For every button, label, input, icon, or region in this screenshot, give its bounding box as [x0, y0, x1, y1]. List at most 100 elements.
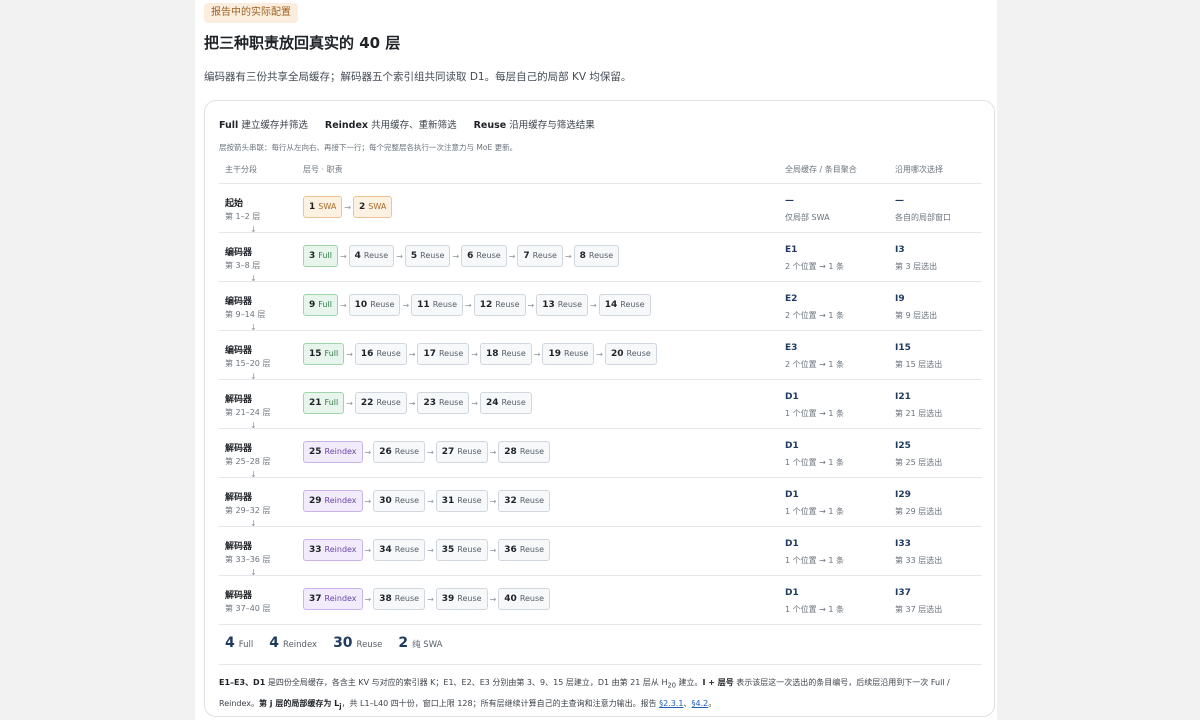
report-link-4-2[interactable]: §4.2 — [692, 699, 709, 708]
layer-role: Reuse — [394, 496, 420, 505]
chain-arrow-icon: → — [590, 300, 597, 310]
layer-role: Reuse — [564, 349, 589, 358]
global-cache-id: D1 — [785, 490, 799, 500]
layer-row: 解码器第 33–36 层 ↓ 33 Reindex → 34 Reuse → 35 Reuse → 3… — [219, 527, 982, 577]
layer-role: Reindex — [324, 545, 357, 554]
layer-chip-reuse: 35 Reuse — [435, 539, 488, 561]
layer-role: Reuse — [519, 545, 545, 554]
layer-number: 11 — [417, 300, 430, 310]
layer-chip-reindex: 29 Reindex — [303, 490, 363, 512]
layer-role: Reuse — [363, 251, 389, 260]
layer-row: 编码器第 3–8 层 ↓ 3 Full → 4 Reuse → 5 Reuse → 6 Reuse → 7 R… — [219, 233, 982, 283]
layer-role: Reuse — [501, 349, 526, 358]
layer-role: Reuse — [457, 545, 482, 554]
layer-number: 36 — [504, 545, 517, 555]
section-eyebrow-tag: 报告中的实际配置 — [204, 3, 298, 23]
chain-arrow-icon: → — [364, 594, 372, 604]
summary-swa-count: 2纯 SWA — [398, 635, 443, 651]
segment-name: 编码器 — [225, 297, 253, 307]
layer-chip-reuse: 4 Reuse — [348, 245, 395, 267]
chain-arrow-icon: → — [489, 496, 497, 506]
chain-arrow-icon: → — [533, 349, 541, 359]
segment-layer-range: 第 29–32 层 — [225, 506, 271, 515]
footnote-divider — [219, 664, 982, 665]
layer-row: 解码器第 37–40 层 37 Reindex → 38 Reuse → 39 Reuse → 40… — [219, 576, 982, 625]
layer-chip-full: 15 Full — [303, 343, 345, 365]
layer-role: Reuse — [588, 251, 614, 260]
row-divider — [219, 624, 982, 625]
layer-chip-reuse: 7 Reuse — [517, 245, 563, 267]
layer-chain: 3 Full → 4 Reuse → 5 Reuse → 6 Reuse → 7 Reuse → 8 Reuse — [303, 245, 620, 267]
layer-number: 39 — [441, 594, 455, 604]
global-cache-id: D1 — [785, 588, 799, 598]
layer-chip-reuse: 8 Reuse — [573, 245, 620, 267]
layer-number: 23 — [423, 398, 436, 408]
global-cache-id: D1 — [785, 392, 799, 402]
layer-role: Reuse — [370, 300, 395, 309]
layer-chip-full: 3 Full — [303, 245, 338, 267]
chain-arrow-icon: → — [408, 398, 416, 408]
legend-item-reindex: Reindex 共用缓存、重新筛选 — [324, 120, 457, 131]
summary-reuse-count: 30 Reuse — [333, 635, 383, 651]
segment-layer-range: 第 21–24 层 — [225, 408, 271, 417]
chain-arrow-icon: → — [471, 398, 478, 408]
chain-arrow-icon: → — [346, 349, 353, 359]
layer-chip-reuse: 34 Reuse — [373, 539, 426, 561]
layer-number: 2 — [359, 202, 366, 212]
global-cache-id: E3 — [785, 343, 798, 353]
layer-chip-reuse: 12 Reuse — [473, 294, 526, 316]
layer-number: 38 — [379, 594, 392, 604]
layer-chain: 33 Reindex → 34 Reuse → 35 Reuse → 36 Reuse — [303, 539, 551, 561]
layer-role: Reuse — [495, 300, 520, 309]
layer-role: Reuse — [420, 251, 445, 260]
layer-row: 解码器第 25–28 层 ↓ 25 Reindex → 26 Reuse → 27 Reuse → 2… — [219, 429, 982, 479]
cache-aggregation-note: 2 个位置 → 1 条 — [785, 360, 845, 369]
layer-number: 7 — [523, 251, 530, 261]
layer-role: Reuse — [376, 349, 401, 358]
layer-chain: 1 SWA → 2 SWA — [303, 196, 393, 218]
selection-id: I21 — [895, 392, 911, 402]
layer-chip-reuse: 19 Reuse — [542, 343, 595, 365]
layer-chip-reuse: 14 Reuse — [598, 294, 651, 316]
chain-arrow-icon: → — [427, 545, 434, 555]
selection-id: I37 — [895, 588, 911, 598]
layer-chain: 9 Full → 10 Reuse → 11 Reuse → 12 Reuse → 13 Reuse → 14… — [303, 294, 651, 316]
layer-role: Reuse — [519, 447, 545, 456]
selection-source-note: 各自的局部窗口 — [895, 213, 951, 222]
layer-number: 6 — [467, 251, 474, 261]
cache-aggregation-note: 1 个位置 → 1 条 — [785, 409, 845, 418]
chain-arrow-icon: → — [596, 349, 603, 359]
layer-number: 31 — [441, 496, 455, 506]
layer-role: Reuse — [394, 594, 420, 603]
layer-chip-reuse: 11 Reuse — [411, 294, 463, 316]
layer-role: Reuse — [532, 251, 557, 260]
segment-layer-range: 第 25–28 层 — [225, 457, 271, 466]
layer-number: 10 — [354, 300, 368, 310]
layer-chip-reuse: 22 Reuse — [354, 392, 407, 414]
chain-arrow-icon: → — [452, 251, 460, 261]
layer-number: 40 — [504, 594, 517, 604]
layer-number: 1 — [309, 202, 316, 212]
chain-arrow-icon: → — [339, 300, 347, 310]
layer-number: 16 — [360, 349, 374, 359]
layer-row: 解码器第 21–24 层 ↓ 21 Full → 22 Reuse → 23 Reuse → 24 Re… — [219, 380, 982, 430]
layer-number: 12 — [479, 300, 493, 310]
layer-number: 37 — [309, 594, 322, 604]
layer-chip-reuse: 5 Reuse — [404, 245, 451, 267]
report-link-2-3-1[interactable]: §2.3.1 — [659, 699, 683, 708]
layer-role: Reuse — [620, 300, 645, 309]
layer-chain: 37 Reindex → 38 Reuse → 39 Reuse → 40 Reuse — [303, 588, 551, 610]
segment-layer-range: 第 3–8 层 — [225, 261, 261, 270]
layer-role: Reuse — [457, 447, 482, 456]
layer-chip-reuse: 30 Reuse — [373, 490, 426, 512]
layer-role: Reuse — [626, 349, 651, 358]
page-title: 把三种职责放回真实的 40 层 — [204, 34, 401, 52]
selection-source-note: 第 9 层选出 — [895, 311, 938, 320]
global-cache-id: — — [785, 196, 794, 206]
cache-aggregation-note: 1 个位置 → 1 条 — [785, 556, 845, 565]
layer-chip-reuse: 13 Reuse — [536, 294, 589, 316]
summary-reindex-count: 4 Reindex — [269, 635, 318, 651]
layer-number: 9 — [309, 300, 316, 310]
segment-name: 解码器 — [225, 591, 253, 601]
layer-number: 29 — [309, 496, 322, 506]
